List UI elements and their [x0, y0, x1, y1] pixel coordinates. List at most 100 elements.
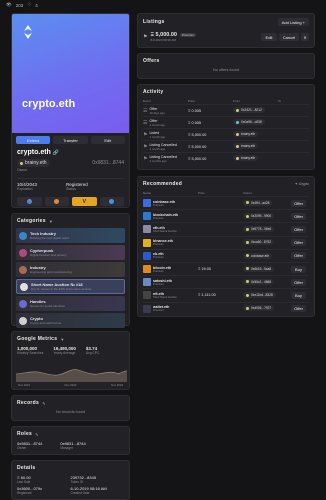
extend-button[interactable]: Extend: [16, 136, 51, 144]
metric-label: Avg CPC: [85, 351, 100, 355]
rec-sub: Short Name Auction: [153, 295, 177, 299]
recommended-row[interactable]: coinbase.eth Premium 0x4ff4...ad28 Offer: [143, 196, 309, 209]
activity-row: ☰ Offer 1 month ago Ξ 0.005 0x0a96...c838: [143, 116, 309, 128]
activity-row: ⚑ Listed 1 month ago Ξ 5,000.00 brainy.eth: [143, 128, 309, 140]
owner-chip[interactable]: brainy.eth: [17, 159, 50, 167]
name-thumbnail: [143, 304, 151, 313]
pencil-icon[interactable]: ✎: [35, 432, 38, 437]
chevron-down-icon[interactable]: ▼: [60, 337, 64, 342]
rec-owner[interactable]: 0xd006...7537: [243, 305, 275, 312]
role-label: Manager: [60, 446, 73, 450]
category-desc: Digital freedom and privacy: [30, 253, 67, 257]
transfer-button[interactable]: Transfer: [53, 136, 88, 144]
rec-owner[interactable]: 0x5778...06e6: [243, 226, 275, 233]
rec-owner[interactable]: 0xe11bd...8328: [243, 292, 276, 299]
rec-action-button[interactable]: Offer: [291, 239, 306, 247]
detail-label: Registrant: [17, 491, 32, 495]
opensea-link-icon[interactable]: [44, 197, 69, 206]
name-thumbnail: [143, 278, 151, 287]
rec-action-button[interactable]: Buy: [291, 265, 306, 273]
rec-action-button[interactable]: Offer: [291, 278, 306, 286]
metrics-title: Google Metrics: [17, 336, 58, 342]
rec-action-button[interactable]: Offer: [291, 225, 306, 233]
close-listing-button[interactable]: ✕: [301, 33, 309, 41]
category-desc: Names for social identities: [30, 304, 66, 308]
details-title: Details: [17, 465, 36, 471]
rec-sub: Premium: [153, 243, 164, 247]
etherscan-link-icon[interactable]: [17, 197, 42, 206]
col-to: To: [278, 99, 282, 103]
rec-action-button[interactable]: Offer: [291, 212, 306, 220]
heart-icon[interactable]: ♡: [27, 2, 31, 8]
event-from[interactable]: brainy.eth: [233, 143, 259, 150]
category-item[interactable]: Industry Engineering and manufacturing: [16, 262, 125, 277]
ens-app-link-icon[interactable]: [99, 197, 124, 206]
category-avatar: [19, 299, 27, 308]
rec-owner[interactable]: coinbase.eth: [243, 252, 273, 259]
category-item[interactable]: Tech Industry Building the next digital w…: [16, 228, 125, 243]
recommended-row[interactable]: cb.eth Premium coinbase.eth Offer: [143, 248, 309, 262]
recommended-row[interactable]: wallet.eth Premium 0xd006...7537 Offer: [143, 301, 309, 315]
recommended-row[interactable]: bitcoin.eth Premium Ξ 15.00 0x6b15...5aa5 Bu…: [143, 261, 309, 275]
top-bar: 👁 203 ♡ 4: [0, 0, 326, 10]
recommended-row[interactable]: blockchain.eth Premium 0x2099...9900 Offer: [143, 209, 309, 222]
profile-card: crypto.eth Extend Transfer Edit crypto.e…: [11, 13, 130, 208]
rec-owner[interactable]: 0x2099...9900: [243, 213, 275, 220]
rec-owner[interactable]: 0x55c2...4868: [243, 278, 275, 285]
event-from[interactable]: 0x0a96...c838: [233, 119, 265, 126]
chart-x-label: Nov 2022: [64, 383, 77, 387]
rec-action-button[interactable]: Offer: [291, 252, 306, 260]
category-item[interactable]: Short Name Auction № #18 Top 3L names in …: [16, 279, 125, 294]
col-event: Event: [143, 99, 151, 103]
event-price: Ξ 0.005: [188, 120, 202, 125]
event-from[interactable]: brainy.eth: [233, 155, 259, 162]
tag-icon: ⚑: [143, 131, 148, 138]
event-time: 10 days ago: [149, 110, 165, 115]
name-thumbnail: [143, 225, 151, 234]
name-thumbnail: [143, 291, 151, 300]
rec-owner[interactable]: 0x4ff4...ad28: [243, 199, 273, 206]
category-avatar: [19, 265, 27, 274]
rec-action-button[interactable]: Offer: [291, 199, 306, 207]
tag-icon: ⚑: [143, 34, 148, 40]
activity-row: ⚑ Listing Cancelled 2 months ago Ξ 5,000.0…: [143, 152, 309, 164]
cancel-listing-button[interactable]: Cancel: [279, 33, 299, 41]
rec-action-button[interactable]: Buy: [291, 291, 306, 299]
recommended-row[interactable]: satoshi.eth Premium 0x55c2...4868 Offer: [143, 275, 309, 288]
rec-action-button[interactable]: Offer: [291, 305, 306, 313]
category-item[interactable]: Crypto Crypto and web3 terms: [16, 313, 125, 328]
role-label: Owner: [17, 446, 27, 450]
pencil-icon[interactable]: ✎: [42, 401, 45, 406]
details-panel: Details Ξ 60.00 Last Sale 239732...8345 To…: [11, 460, 130, 500]
event-name: Listing Cancelled: [149, 142, 177, 147]
edit-button[interactable]: Edit: [90, 136, 125, 144]
recommended-row[interactable]: nft.eth Short Name Auction Ξ 1,111.00 0xe11…: [143, 288, 309, 301]
add-listing-button[interactable]: Add Listing +: [277, 18, 309, 26]
category-item[interactable]: Cypherpunk Digital freedom and privacy: [16, 245, 125, 260]
category-item[interactable]: Handles Names for social identities: [16, 296, 125, 311]
category-desc: Building the next digital world: [30, 236, 69, 240]
rec-sub: Premium: [153, 203, 164, 207]
event-from[interactable]: brainy.eth: [233, 131, 259, 138]
activity-panel: Activity Event Price From To ☰ Offer 10 da…: [137, 84, 315, 170]
vision-link-icon[interactable]: V: [72, 197, 97, 206]
recommended-row[interactable]: eth.eth Short Name Auction 0x5778...06e6 Of…: [143, 222, 309, 235]
rec-sub: Premium: [153, 216, 164, 220]
edit-listing-button[interactable]: Edit: [261, 33, 277, 41]
records-title: Records: [17, 400, 40, 406]
recommended-title: Recommended: [143, 181, 183, 187]
chevron-down-icon[interactable]: ▼: [49, 219, 53, 224]
rec-name: coinbase.eth: [153, 199, 175, 204]
close-icon: ✕: [303, 34, 307, 40]
crypto-tag[interactable]: ✦ Crypto: [295, 182, 309, 186]
event-from[interactable]: 0x2421...8212: [233, 107, 265, 114]
owner-address[interactable]: 0x9831...8744: [92, 160, 124, 166]
recommended-row[interactable]: binance.eth Premium 0xca60...8752 Offer: [143, 235, 309, 249]
metric-label: Yearly Average: [53, 351, 76, 355]
rec-owner[interactable]: 0x6b15...5aa5: [243, 265, 275, 272]
expiration-label: Expiration: [17, 187, 33, 191]
roles-title: Roles: [17, 431, 33, 437]
link-icon[interactable]: 🔗: [53, 150, 59, 156]
rec-owner[interactable]: 0xca60...8752: [243, 239, 275, 246]
col-name: Name: [143, 191, 152, 195]
